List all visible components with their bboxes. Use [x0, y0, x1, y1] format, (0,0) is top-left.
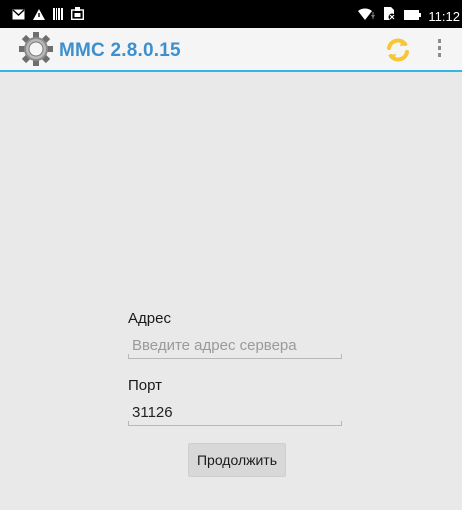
status-clock: 11:12 [428, 8, 460, 24]
no-sim-icon [382, 6, 397, 26]
system-icons: 11:12 [357, 6, 460, 26]
screenshot-icon [70, 7, 85, 25]
overflow-menu-icon[interactable] [434, 39, 444, 61]
wifi-icon [357, 7, 376, 26]
overflow-dot [437, 46, 441, 50]
address-field-wrap [128, 331, 342, 359]
address-label: Адрес [128, 310, 171, 327]
main-content: Адрес Порт Продолжить [0, 74, 462, 510]
port-label: Порт [128, 377, 163, 394]
server-form: Адрес Порт Продолжить [128, 310, 346, 477]
port-field-wrap [128, 398, 342, 426]
action-bar: MMC 2.8.0.15 [0, 28, 462, 72]
gear-icon[interactable] [18, 31, 54, 67]
port-input[interactable] [128, 398, 342, 426]
app-title: MMC 2.8.0.15 [59, 40, 181, 61]
overflow-dot [437, 39, 441, 43]
warning-icon [33, 7, 45, 25]
barcode-icon [53, 7, 63, 25]
continue-button[interactable]: Продолжить [188, 443, 286, 477]
notification-icons [12, 7, 85, 25]
refresh-icon[interactable] [385, 37, 411, 63]
mail-icon [12, 7, 25, 25]
overflow-dot [437, 53, 441, 57]
status-bar: 11:12 [0, 0, 462, 28]
battery-icon [404, 7, 422, 25]
address-input[interactable] [128, 331, 342, 359]
